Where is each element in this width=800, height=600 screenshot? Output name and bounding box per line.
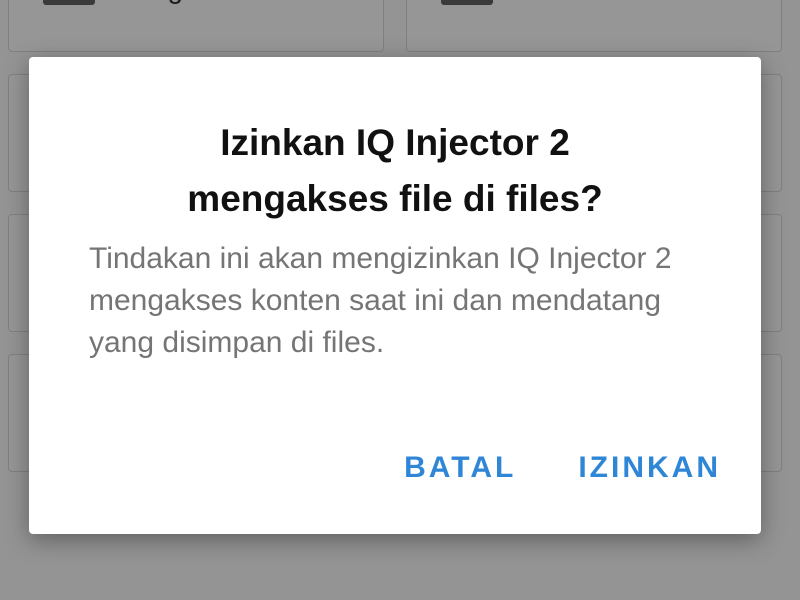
dialog-title: Izinkan IQ Injector 2 mengakses file di … <box>187 122 603 219</box>
cancel-button[interactable]: BATAL <box>404 451 516 485</box>
allow-button[interactable]: IZINKAN <box>578 451 721 485</box>
dialog-message: Tindakan ini akan mengizinkan IQ Injecto… <box>89 242 672 359</box>
dialog-actions: BATAL IZINKAN <box>404 451 721 485</box>
permission-dialog: Izinkan IQ Injector 2 mengakses file di … <box>29 57 761 534</box>
